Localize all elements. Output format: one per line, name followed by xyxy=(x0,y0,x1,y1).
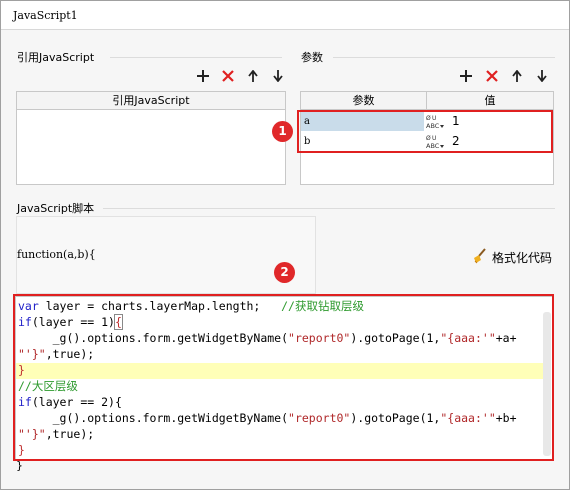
js-reference-divider xyxy=(110,57,282,58)
format-code-button[interactable]: 格式化代码 xyxy=(472,248,562,265)
params-label: 参数 xyxy=(301,51,323,64)
params-divider xyxy=(333,57,555,58)
move-down-icon[interactable] xyxy=(534,68,550,84)
delete-icon[interactable] xyxy=(220,68,236,84)
window-title: JavaScript1 xyxy=(13,9,78,22)
js-reference-list[interactable]: 引用JavaScript xyxy=(16,91,286,185)
callout-badge-2: 2 xyxy=(274,262,295,283)
function-signature: function(a,b){ xyxy=(17,248,96,261)
highlight-box-code xyxy=(13,294,554,461)
brush-icon xyxy=(474,248,486,264)
add-icon[interactable] xyxy=(458,68,474,84)
delete-icon[interactable] xyxy=(484,68,500,84)
script-label: JavaScript脚本 xyxy=(17,202,95,215)
title-bar: JavaScript1 xyxy=(1,1,569,30)
move-up-icon[interactable] xyxy=(245,68,261,84)
add-icon[interactable] xyxy=(195,68,211,84)
function-closing-brace: } xyxy=(16,459,23,472)
format-code-label: 格式化代码 xyxy=(492,251,553,265)
highlight-box-params xyxy=(297,110,553,153)
params-header-name: 参数 xyxy=(301,92,427,110)
move-up-icon[interactable] xyxy=(509,68,525,84)
js-reference-label: 引用JavaScript xyxy=(17,51,95,64)
params-header-value: 值 xyxy=(427,92,553,110)
move-down-icon[interactable] xyxy=(270,68,286,84)
callout-badge-1: 1 xyxy=(272,121,293,142)
js-reference-column-header: 引用JavaScript xyxy=(17,92,285,110)
script-divider xyxy=(103,208,555,209)
